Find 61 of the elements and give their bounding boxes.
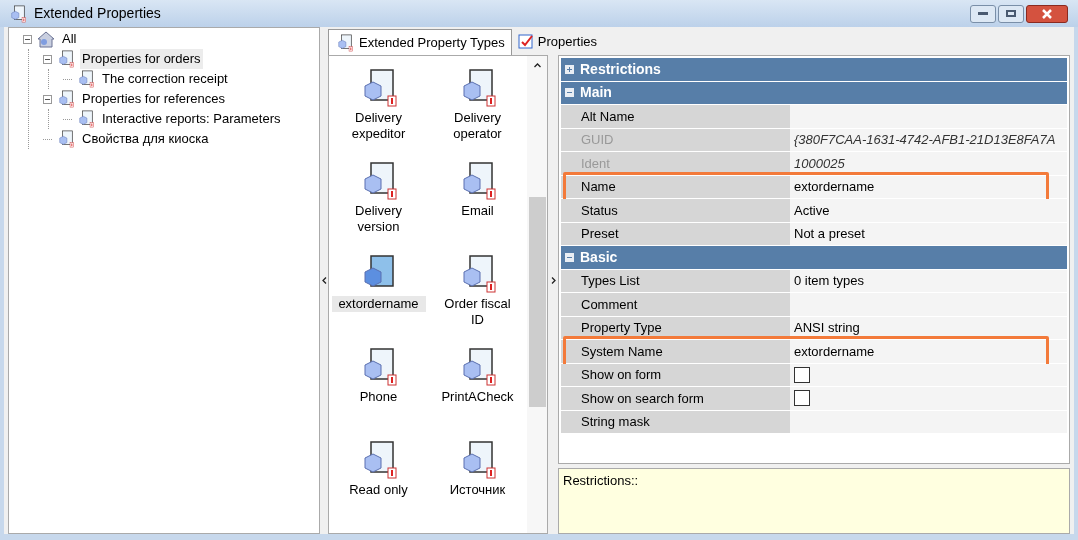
tree-item[interactable]: Interactive reports: Parameters	[100, 109, 283, 129]
property-label: Comment	[561, 293, 790, 316]
document-cube-icon	[76, 70, 96, 88]
tree-item[interactable]: Properties for references	[80, 89, 228, 109]
checklist-icon	[517, 34, 534, 50]
type-item[interactable]: Email	[428, 161, 527, 254]
maximize-button[interactable]	[998, 4, 1024, 23]
type-item[interactable]: Delivery operator	[428, 68, 527, 161]
type-item[interactable]: Delivery version	[329, 161, 428, 254]
property-label: Ident	[561, 152, 790, 175]
chevron-up-icon[interactable]	[533, 62, 541, 69]
property-value[interactable]: extordername	[790, 340, 1067, 363]
property-label: Alt Name	[561, 105, 790, 128]
type-item[interactable]: Order fiscal ID	[428, 254, 527, 347]
minimize-button[interactable]	[970, 4, 996, 23]
checkbox[interactable]	[794, 390, 810, 407]
type-item[interactable]: Источник	[428, 440, 527, 533]
chevron-left-icon[interactable]	[320, 277, 328, 284]
property-value[interactable]: 0 item types	[790, 269, 1067, 292]
close-icon	[1042, 8, 1052, 19]
collapse-toggle[interactable]	[23, 34, 32, 44]
tree-item[interactable]: The correction receipt	[100, 69, 230, 89]
property-label: Types List	[561, 269, 790, 292]
checkbox[interactable]	[794, 366, 810, 383]
collapse-toggle[interactable]	[43, 54, 52, 64]
property-label: Preset	[561, 222, 790, 245]
house-icon	[36, 30, 56, 48]
document-cube-icon	[56, 50, 76, 68]
property-label: GUID	[561, 128, 790, 151]
property-label: System Name	[561, 340, 790, 363]
section-header[interactable]: Basic	[561, 246, 1067, 270]
document-cube-icon	[335, 33, 355, 52]
property-label: Show on form	[561, 363, 790, 386]
tab[interactable]: Properties	[511, 29, 603, 55]
tree-item[interactable]: All	[60, 29, 79, 49]
window-title: Extended Properties	[34, 4, 161, 23]
close-button[interactable]	[1026, 4, 1068, 23]
type-item[interactable]: Phone	[329, 347, 428, 440]
section-header[interactable]: Main	[561, 81, 1067, 105]
tree-item[interactable]: Properties for orders	[80, 49, 203, 69]
property-label: Show on search form	[561, 387, 790, 410]
collapse-toggle[interactable]	[43, 94, 52, 104]
property-value[interactable]: Active	[790, 199, 1067, 222]
tree-item[interactable]: Свойства для киоска	[80, 129, 211, 149]
tab[interactable]: Extended Property Types	[328, 29, 512, 55]
type-item[interactable]: extordername	[329, 254, 428, 347]
chevron-right-icon[interactable]	[549, 277, 557, 284]
document-cube-icon	[76, 110, 96, 128]
document-cube-icon	[8, 4, 28, 23]
property-value[interactable]: Not a preset	[790, 222, 1067, 245]
document-cube-icon	[56, 130, 76, 148]
scrollbar[interactable]	[527, 56, 547, 533]
document-cube-icon	[56, 90, 76, 108]
type-item[interactable]: Read only	[329, 440, 428, 533]
property-label: String mask	[561, 410, 790, 433]
type-item[interactable]: PrintACheck	[428, 347, 527, 440]
description-text: Restrictions::	[563, 473, 639, 488]
type-item[interactable]: Delivery expeditor	[329, 68, 428, 161]
property-label: Status	[561, 199, 790, 222]
section-header[interactable]: Restrictions	[561, 58, 1067, 82]
property-value[interactable]: extordername	[790, 175, 1067, 198]
